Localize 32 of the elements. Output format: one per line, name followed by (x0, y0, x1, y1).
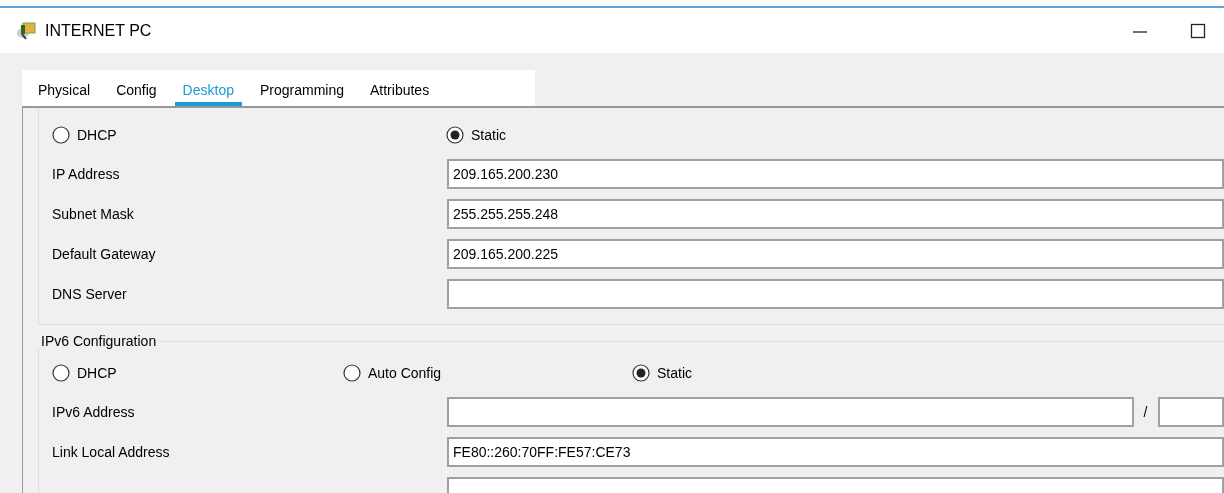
radio-button[interactable] (52, 364, 70, 382)
prefix-field[interactable] (1157, 397, 1224, 427)
radio-label: DHCP (77, 363, 117, 383)
separator-text: / (1142, 402, 1149, 422)
field-label: Subnet Mask (52, 204, 135, 224)
tab[interactable]: Config (108, 70, 165, 106)
tab[interactable]: Programming (251, 70, 352, 106)
window-title: INTERNET PC (45, 20, 152, 41)
radio-button[interactable] (632, 364, 650, 382)
input-field[interactable]: 255.255.255.248 (447, 199, 1224, 229)
radio-label: Static (471, 125, 506, 145)
input-field[interactable] (447, 279, 1224, 309)
radio-button[interactable] (446, 126, 464, 144)
radio-button[interactable] (52, 126, 70, 144)
input-field[interactable]: FE80::260:70FF:FE57:CE73 (447, 437, 1224, 467)
section-title: IPv6 Configuration (37, 333, 161, 349)
field-label: IP Address (52, 164, 121, 184)
radio-button[interactable] (343, 364, 361, 382)
field-label: Link Local Address (52, 442, 171, 462)
pc-icon (16, 20, 38, 41)
tab[interactable]: Attributes (362, 70, 438, 106)
input-field[interactable]: 209.165.200.230 (447, 159, 1224, 189)
field-label: DNS Server (52, 284, 128, 304)
input-field[interactable]: 209.165.200.225 (447, 239, 1224, 269)
field-label: Default Gateway (52, 244, 157, 264)
radio-label: Auto Config (368, 363, 442, 383)
field-label: IPv6 Address (52, 402, 136, 422)
input-field[interactable] (447, 397, 1134, 427)
maximize-icon[interactable] (1190, 22, 1206, 39)
radio-label: Static (657, 363, 692, 383)
tab[interactable]: Physical (30, 70, 99, 106)
radio-label: DHCP (77, 125, 117, 145)
